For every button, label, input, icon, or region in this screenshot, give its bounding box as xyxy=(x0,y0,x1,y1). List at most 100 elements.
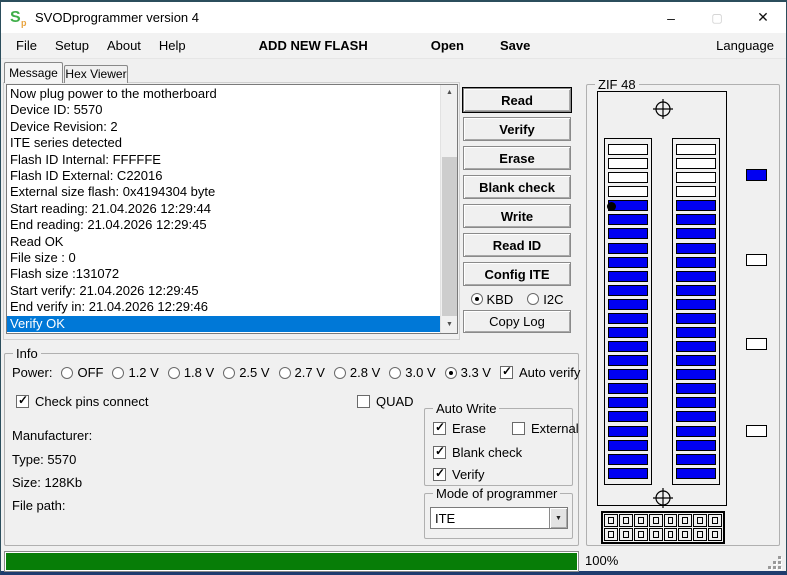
read-button[interactable]: Read xyxy=(462,87,572,113)
tab-hex-viewer[interactable]: Hex Viewer xyxy=(64,65,128,83)
vertical-scrollbar[interactable]: ▲ ▼ xyxy=(440,85,457,333)
log-line[interactable]: Flash ID Internal: FFFFFE xyxy=(7,152,440,168)
auto-write-external-checkbox-icon[interactable] xyxy=(511,422,525,435)
log-line[interactable]: File size : 0 xyxy=(7,250,440,266)
power-1-2-v[interactable]: 1.2 V xyxy=(112,365,159,380)
log-line[interactable]: Start verify: 21.04.2026 12:29:45 xyxy=(7,283,440,299)
auto-write-erase-checkbox-icon[interactable] xyxy=(433,420,446,435)
menu-item-add-new-flash[interactable]: ADD NEW FLASH xyxy=(259,38,368,53)
log-line[interactable]: End verify in: 21.04.2026 12:29:46 xyxy=(7,299,440,315)
pin-column-right xyxy=(672,138,720,485)
menu-item-open[interactable]: Open xyxy=(431,38,464,53)
pin-row xyxy=(676,312,716,324)
check-pins-connect[interactable]: Check pins connect xyxy=(16,393,148,409)
pin-row xyxy=(608,256,648,268)
interface-kbd-radio-icon[interactable] xyxy=(470,293,483,305)
power-2-5-v-label: 2.5 V xyxy=(239,365,270,380)
pin-row xyxy=(676,411,716,423)
menu-item-file[interactable]: File xyxy=(16,38,37,53)
pin-row xyxy=(676,172,716,184)
auto-write-erase[interactable]: Erase xyxy=(433,420,486,436)
pin-row xyxy=(676,228,716,240)
auto-verify[interactable]: Auto verify xyxy=(499,364,580,380)
copy-log-button[interactable]: Copy Log xyxy=(463,310,571,333)
close-button[interactable]: ✕ xyxy=(740,2,786,33)
auto-verify-checkbox-icon[interactable] xyxy=(499,364,513,379)
menu-item-setup[interactable]: Setup xyxy=(55,38,89,53)
power-2-8-v-radio-icon[interactable] xyxy=(333,366,346,379)
zif-48-title: ZIF 48 xyxy=(595,77,639,92)
quad[interactable]: QUAD xyxy=(357,394,414,409)
connector-pin xyxy=(663,528,678,541)
log-line[interactable]: Flash size :131072 xyxy=(7,266,440,282)
power-3-3-v[interactable]: 3.3 V xyxy=(444,365,491,380)
connector-pin xyxy=(633,528,648,541)
power-1-8-v-radio-icon[interactable] xyxy=(167,366,180,379)
power-3-3-v-radio-icon[interactable] xyxy=(444,366,457,379)
log-line[interactable]: Start reading: 21.04.2026 12:29:44 xyxy=(7,201,440,217)
connector-pin xyxy=(604,514,618,527)
zif-48-panel: ZIF 48 xyxy=(586,77,780,546)
log-line[interactable]: End reading: 21.04.2026 12:29:45 xyxy=(7,217,440,233)
log-line[interactable]: External size flash: 0x4194304 byte xyxy=(7,184,440,200)
chevron-down-icon[interactable]: ▼ xyxy=(549,508,567,528)
quad-checkbox-icon[interactable] xyxy=(357,395,370,408)
power-3-0-v[interactable]: 3.0 V xyxy=(389,365,436,380)
power-2-8-v[interactable]: 2.8 V xyxy=(333,365,380,380)
resize-grip[interactable] xyxy=(768,556,782,570)
auto-write-blank-check[interactable]: Blank check xyxy=(433,444,522,460)
interface-kbd[interactable]: KBD xyxy=(470,292,513,307)
log-line[interactable]: Now plug power to the motherboard xyxy=(7,86,440,102)
log-line[interactable]: Device ID: 5570 xyxy=(7,102,440,118)
auto-write-blank-check-checkbox-icon[interactable] xyxy=(433,444,446,459)
verify-button[interactable]: Verify xyxy=(463,117,571,141)
menu-item-save[interactable]: Save xyxy=(500,38,530,53)
write-button[interactable]: Write xyxy=(463,204,571,228)
power-2-7-v[interactable]: 2.7 V xyxy=(278,365,325,380)
interface-i2c-radio-icon[interactable] xyxy=(527,293,540,305)
menu-item-help[interactable]: Help xyxy=(159,38,186,53)
erase-button[interactable]: Erase xyxy=(463,146,571,170)
log-line[interactable]: Device Revision: 2 xyxy=(7,119,440,135)
power-off[interactable]: OFF xyxy=(61,365,103,380)
pin-row xyxy=(608,144,648,155)
message-log: Now plug power to the motherboard Device … xyxy=(6,84,458,334)
scroll-up-icon[interactable]: ▲ xyxy=(441,85,457,101)
check-pins-connect-checkbox-icon[interactable] xyxy=(16,393,29,408)
scroll-down-icon[interactable]: ▼ xyxy=(441,317,457,333)
menu-item-language[interactable]: Language xyxy=(716,38,774,53)
maximize-button[interactable]: ▢ xyxy=(694,2,740,33)
power-1-8-v[interactable]: 1.8 V xyxy=(167,365,214,380)
auto-write-verify-checkbox-icon[interactable] xyxy=(433,466,446,481)
pin-row xyxy=(608,369,648,381)
blank-check-button[interactable]: Blank check xyxy=(463,175,571,199)
mode-combobox[interactable]: ITE ▼ xyxy=(430,507,568,529)
log-line[interactable]: Read OK xyxy=(7,234,440,250)
power-off-radio-icon[interactable] xyxy=(61,366,74,379)
connector-pin xyxy=(708,514,722,527)
tab-message[interactable]: Message xyxy=(4,62,63,83)
log-line[interactable]: Flash ID External: C22016 xyxy=(7,168,440,184)
power-2-5-v[interactable]: 2.5 V xyxy=(223,365,270,380)
scrollbar-thumb[interactable] xyxy=(442,157,457,316)
power-2-5-v-radio-icon[interactable] xyxy=(223,366,236,379)
power-1-2-v-radio-icon[interactable] xyxy=(112,366,125,379)
pin-row xyxy=(608,355,648,367)
pin-row xyxy=(676,144,716,155)
indicator-led xyxy=(746,169,767,181)
log-line[interactable]: ITE series detected xyxy=(7,135,440,151)
read-id-button[interactable]: Read ID xyxy=(463,233,571,257)
interface-i2c[interactable]: I2C xyxy=(527,292,563,307)
quad-label: QUAD xyxy=(376,394,414,409)
log-lines: Now plug power to the motherboard Device … xyxy=(7,86,440,333)
power-2-7-v-radio-icon[interactable] xyxy=(278,366,291,379)
auto-write-external[interactable]: External xyxy=(511,421,579,436)
pin-row xyxy=(676,425,716,437)
connector-pin xyxy=(633,514,648,527)
minimize-button[interactable]: – xyxy=(648,2,694,33)
auto-write-verify[interactable]: Verify xyxy=(433,466,485,482)
config-ite-button[interactable]: Config ITE xyxy=(463,262,571,286)
menu-item-about[interactable]: About xyxy=(107,38,141,53)
power-3-0-v-radio-icon[interactable] xyxy=(389,366,402,379)
log-line[interactable]: Verify OK xyxy=(7,315,440,333)
